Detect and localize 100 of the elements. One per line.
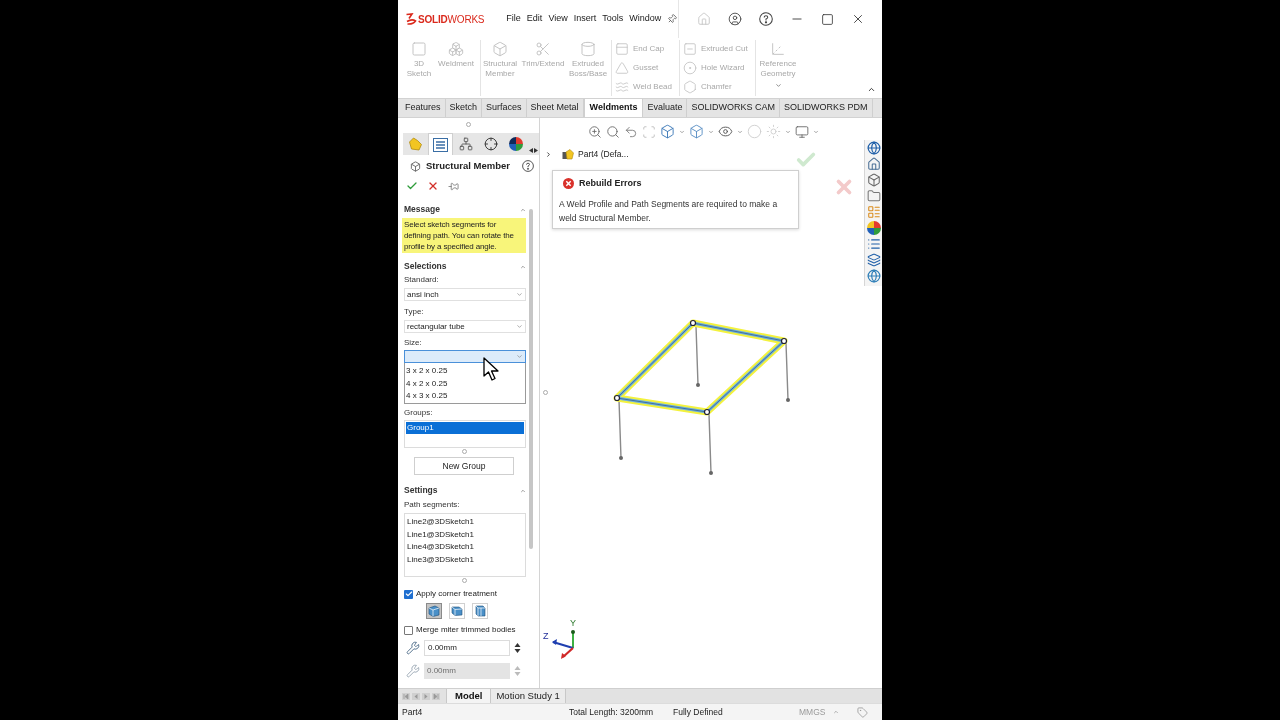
axis-triad-drawing [552,630,575,659]
corner-option-button[interactable] [449,603,465,619]
corner-option-button[interactable] [426,603,442,619]
previous-icon[interactable] [412,692,420,700]
layers-icon[interactable] [866,253,881,267]
ribbon-tab[interactable]: SOLIDWORKS CAM [687,99,780,117]
ok-icon[interactable] [406,180,418,192]
total-length: Total Length: 3200mm [569,705,655,719]
first-icon[interactable] [402,692,410,700]
wrench-icon [406,664,420,678]
ribbon-tab[interactable]: SOLIDWORKS PDM [780,99,873,117]
expand-caret-icon[interactable] [545,150,552,158]
sketch-status: Fully Defined [673,705,724,719]
ribbon-tab[interactable]: Features [401,99,446,117]
eye-icon[interactable] [718,124,733,139]
scroll-left-icon[interactable] [529,148,533,153]
scroll-right-icon[interactable] [534,148,538,153]
list-item[interactable]: Line3@3DSketch1 [407,553,525,566]
close-icon[interactable] [851,12,865,26]
ribbon-tab[interactable]: Evaluate [643,99,688,117]
sheet-tab[interactable]: Model [446,689,492,703]
tree-item[interactable]: Part4 (Defa... [578,148,629,161]
grip-icon[interactable] [461,577,467,583]
dropdown-option[interactable]: 4 x 2 x 0.25 [405,377,525,390]
scrollbar[interactable] [528,209,533,549]
dropdown-caret-icon[interactable] [785,128,791,135]
checkbox[interactable] [404,625,413,635]
cancel-icon[interactable] [427,180,439,192]
help-icon[interactable] [759,12,773,26]
color-wheel-icon[interactable] [866,221,881,235]
zoom-icon[interactable] [588,124,602,139]
panel-tab[interactable] [428,133,453,155]
section-heading: Selections [404,260,447,273]
frame-model-drawing[interactable] [613,319,790,475]
cube-icon[interactable] [866,173,881,187]
pin-icon[interactable] [448,180,459,192]
menu-item[interactable]: Tools [602,12,624,26]
ribbon-tab[interactable]: Sketch [445,99,483,117]
axes-icon [770,41,786,57]
cube-icon[interactable] [660,124,675,139]
maximize-icon[interactable] [821,12,834,26]
user-icon[interactable] [728,12,742,26]
menu-item[interactable]: Insert [573,12,597,26]
monitor-icon[interactable] [795,124,809,139]
cylinder-icon [580,41,596,57]
dropdown-option[interactable]: 3 x 2 x 0.25 [405,365,525,378]
dropdown-caret-icon[interactable] [813,128,819,135]
new-group-button[interactable]: New Group [414,457,514,475]
type-dropdown[interactable]: rectangular tube [404,320,526,333]
dropdown-caret-icon[interactable] [679,128,685,135]
list-item[interactable]: Line4@3DSketch1 [407,541,525,554]
menu-item[interactable]: Edit [526,12,543,26]
spinner-icon[interactable] [514,642,521,654]
menu-item[interactable]: Window [629,12,662,26]
last-icon[interactable] [432,692,440,700]
popup-title: Rebuild Errors [579,177,642,190]
tree-icon [458,137,473,151]
sheet-tab[interactable]: Motion Study 1 [491,689,566,703]
search-icon[interactable] [606,124,620,139]
field-label: Path segments: [403,500,461,510]
ribbon-tab[interactable]: Sheet Metal [526,99,584,117]
list-item[interactable]: Line2@3DSketch1 [407,516,525,529]
grip-icon[interactable] [466,122,471,127]
menu-item[interactable]: File [506,12,521,26]
menu-item[interactable]: View [548,12,568,26]
circle-dot-icon [683,61,697,75]
standard-dropdown[interactable]: ansi inch [404,288,526,301]
size-dropdown[interactable] [404,350,526,363]
waves-icon [615,79,629,94]
collapse-caret-icon[interactable] [520,206,526,213]
folder-icon[interactable] [866,189,881,203]
ribbon-tab[interactable]: Surfaces [482,99,527,117]
spinner-icon [514,665,521,677]
collapse-ribbon-icon[interactable] [867,85,876,94]
home-icon[interactable] [866,157,881,171]
gap-input[interactable]: 0.00mm [424,640,510,656]
list-icon[interactable] [866,237,881,251]
cube-icon[interactable] [689,124,704,139]
app-logo: SOLIDWORKS [418,12,485,27]
checkbox-label: Apply corner treatment [416,588,497,600]
list-item[interactable]: Line1@3DSketch1 [407,528,525,541]
collapse-caret-icon[interactable] [520,487,526,494]
units-caret-icon[interactable] [833,709,839,715]
dropdown-caret-icon[interactable] [708,128,714,135]
grip-icon[interactable] [461,448,467,454]
ribbon-tab[interactable]: Weldments [583,99,644,117]
dropdown-caret-icon[interactable] [737,128,743,135]
globe-icon[interactable] [866,141,881,155]
list-item[interactable]: Group1 [406,422,524,434]
undo-icon[interactable] [624,124,638,139]
help-icon[interactable] [522,160,534,172]
field-label: Groups: [403,408,434,418]
next-icon[interactable] [422,692,430,700]
globe-icon[interactable] [866,269,881,283]
collapse-caret-icon[interactable] [520,263,526,270]
grip-icon[interactable] [543,390,548,395]
dropdown-option[interactable]: 4 x 3 x 0.25 [405,390,525,403]
checkbox[interactable] [404,589,413,599]
check-icon [404,590,413,598]
corner-option-button[interactable] [472,603,488,619]
